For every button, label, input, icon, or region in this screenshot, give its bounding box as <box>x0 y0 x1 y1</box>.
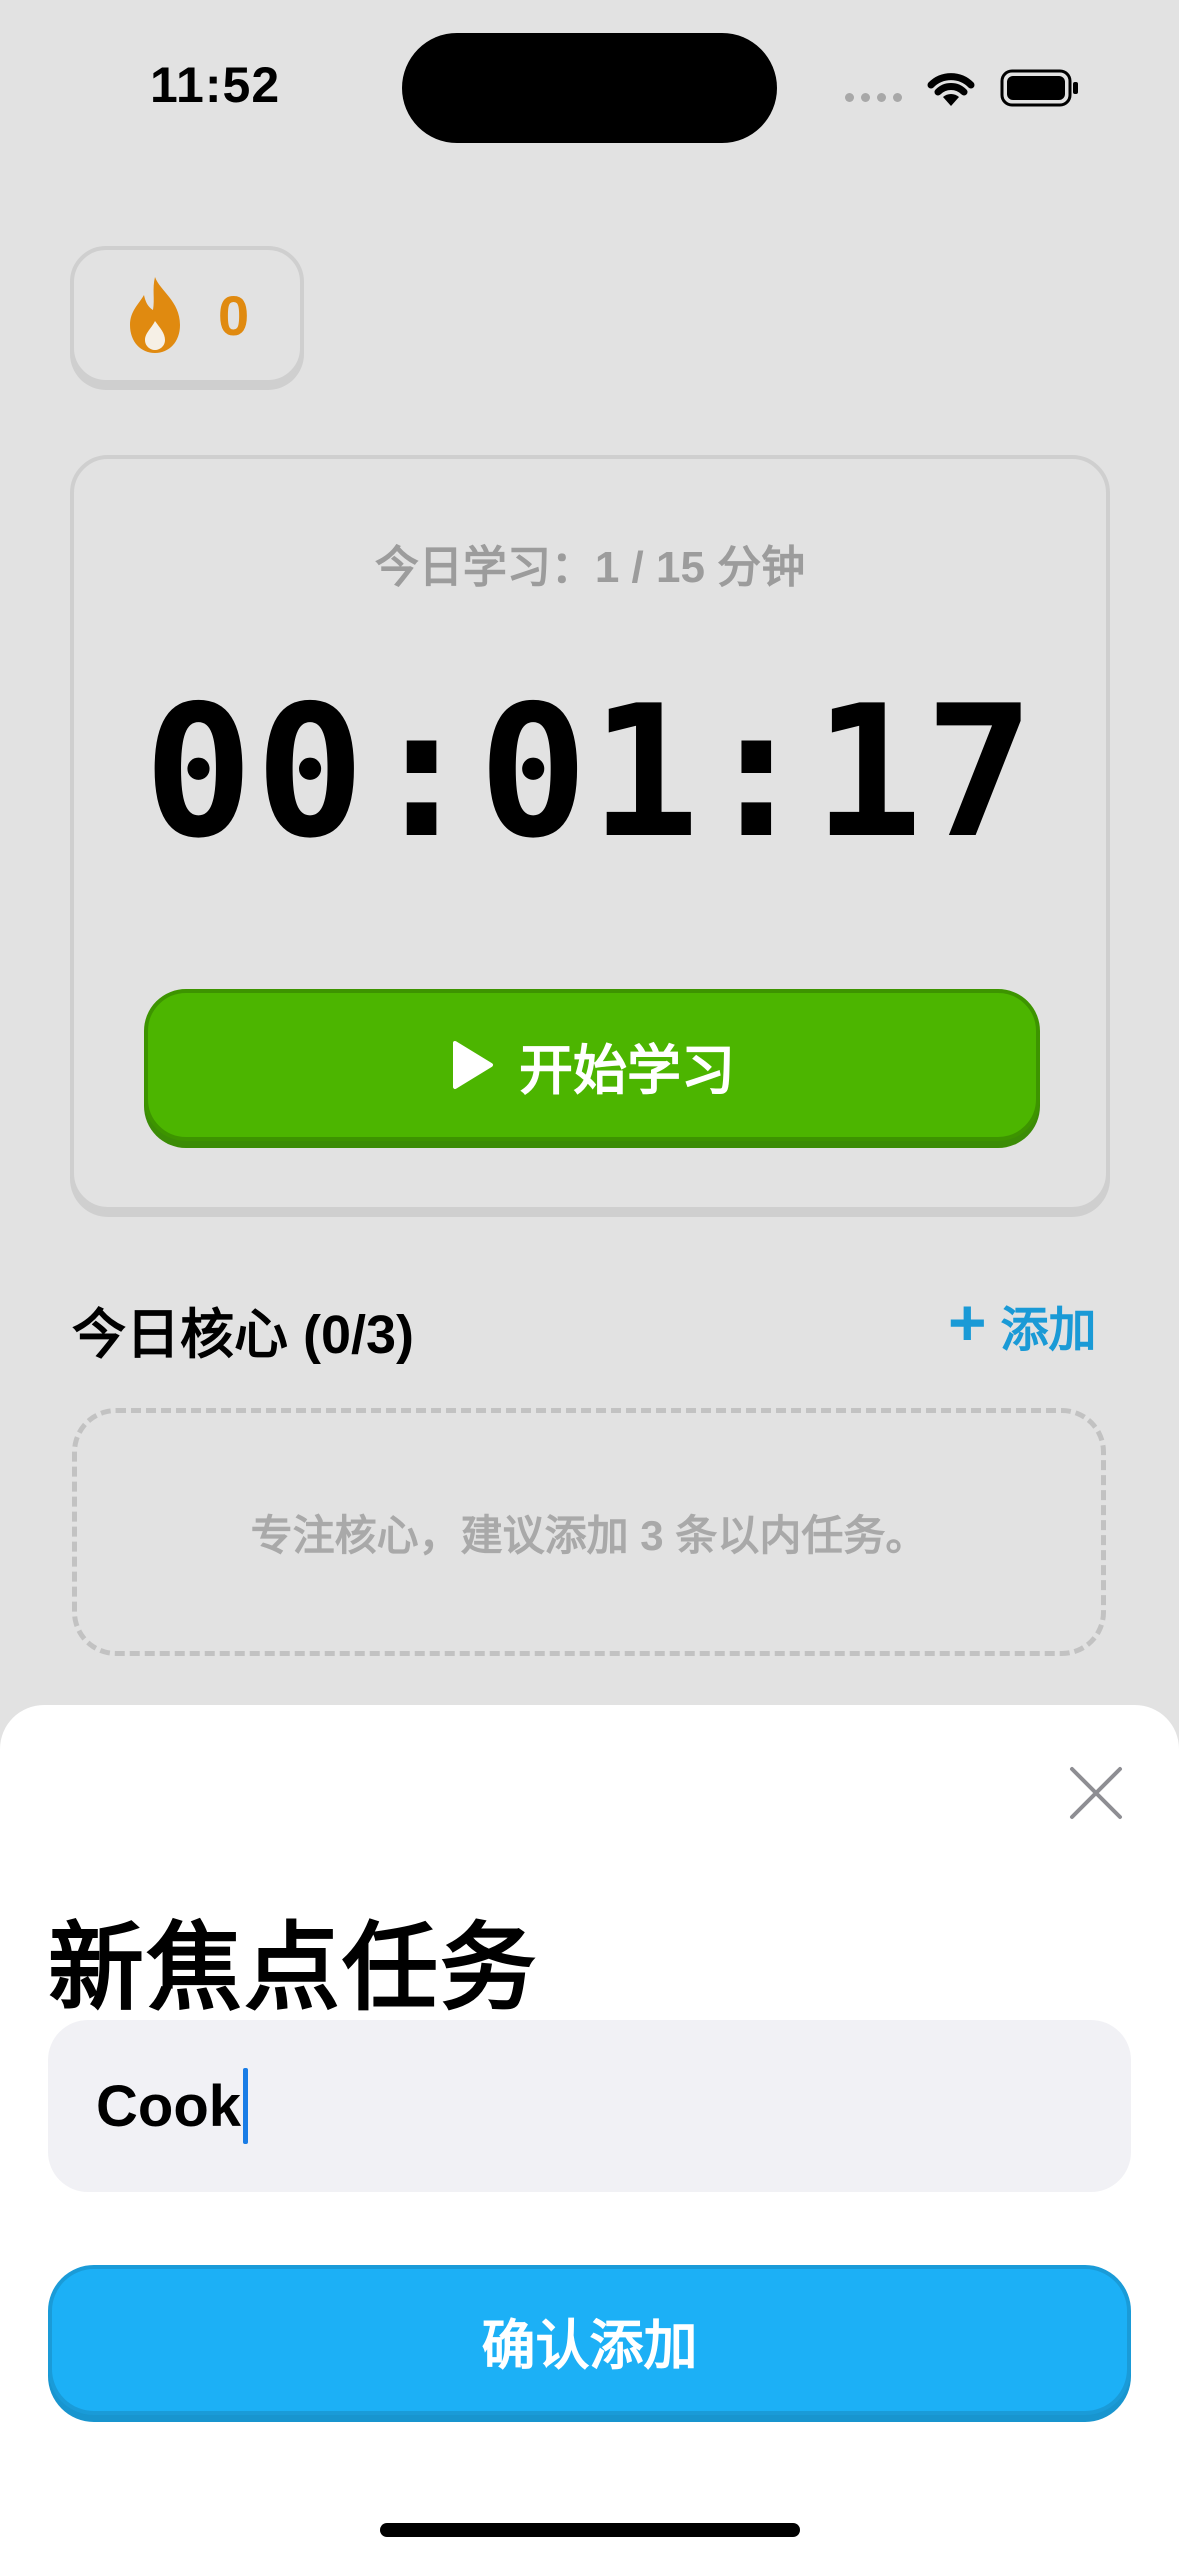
elapsed-timer: 00:01:17 <box>143 666 1037 878</box>
empty-tasks-hint: 专注核心，建议添加 3 条以内任务。 <box>250 1511 928 1559</box>
wifi-icon <box>927 73 975 106</box>
today-study-progress: 今日学习：1 / 15 分钟 <box>374 543 806 592</box>
new-task-sheet: 新焦点任务 Cook 确认添加 <box>0 1705 1179 2556</box>
start-study-button[interactable]: 开始学习 <box>144 989 1040 1141</box>
empty-tasks-placeholder: 专注核心，建议添加 3 条以内任务。 <box>72 1408 1106 1656</box>
text-cursor <box>243 2068 248 2144</box>
plus-icon: + <box>948 1285 987 1359</box>
task-name-input[interactable]: Cook <box>48 2020 1131 2192</box>
add-task-label: 添加 <box>1000 1304 1097 1357</box>
streak-badge[interactable]: 0 <box>70 246 304 384</box>
add-task-button[interactable]: + 添加 <box>948 1285 1097 1360</box>
streak-count: 0 <box>218 283 250 347</box>
confirm-add-label: 确认添加 <box>481 2315 698 2376</box>
play-icon <box>453 1041 493 1089</box>
sheet-title: 新焦点任务 <box>48 1915 538 2022</box>
cellular-signal-icon <box>845 93 902 102</box>
flame-icon <box>130 277 180 353</box>
dynamic-island <box>402 33 777 143</box>
confirm-add-button[interactable]: 确认添加 <box>48 2265 1131 2415</box>
battery-icon <box>1000 69 1078 107</box>
start-study-label: 开始学习 <box>519 1040 735 1101</box>
task-name-value: Cook <box>96 2073 241 2139</box>
core-tasks-title: 今日核心 (0/3) <box>72 1305 415 1365</box>
study-timer-card: 今日学习：1 / 15 分钟 00:01:17 开始学习 <box>70 455 1110 1211</box>
close-icon[interactable] <box>1068 1765 1124 1821</box>
status-time: 11:52 <box>150 57 281 113</box>
home-indicator <box>380 2523 800 2537</box>
